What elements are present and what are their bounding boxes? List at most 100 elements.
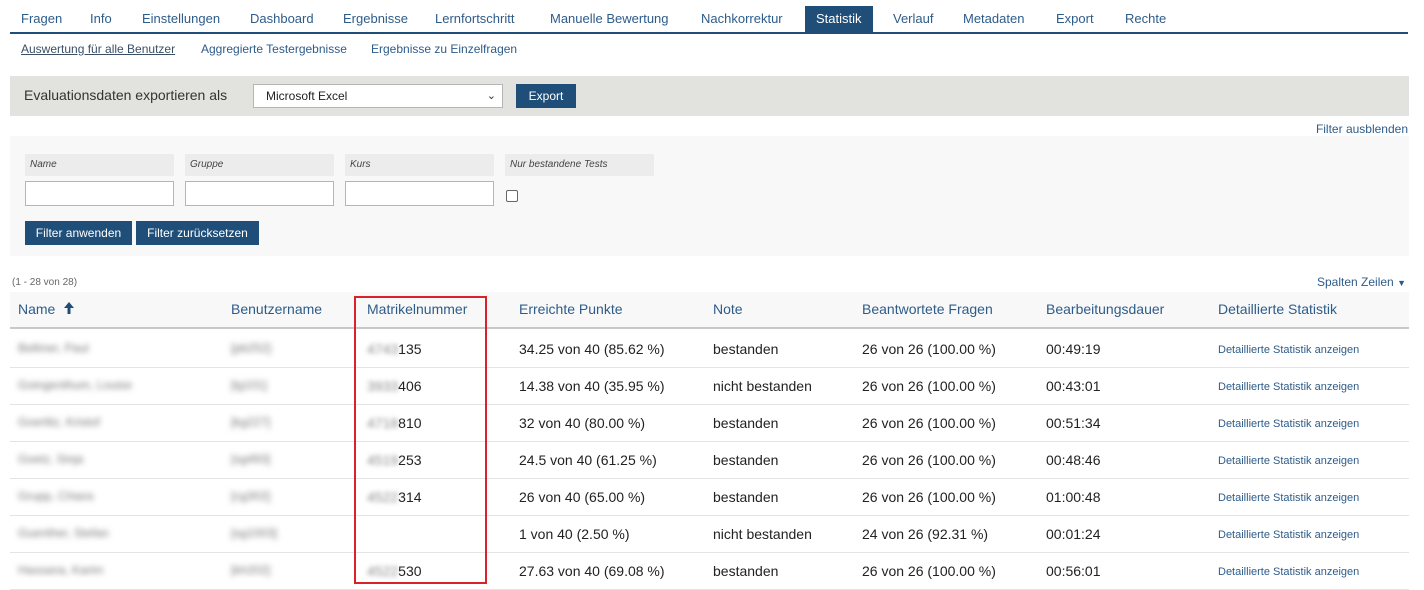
matrikel-prefix: 4519 <box>367 452 399 468</box>
cell-matrikel: 3933406 <box>367 378 422 394</box>
cell-duration: 00:56:01 <box>1046 563 1101 579</box>
cell-duration: 01:00:48 <box>1046 489 1101 505</box>
tab-lernfortschritt[interactable]: Lernfortschritt <box>424 6 525 32</box>
tab-nachkorrektur[interactable]: Nachkorrektur <box>690 6 794 32</box>
filter-panel: Name Gruppe Kurs Nur bestandene Tests Fi… <box>10 136 1409 256</box>
cell-grade: bestanden <box>713 341 779 357</box>
cell-name: Grupp, Chiara <box>18 489 94 503</box>
tab-dashboard[interactable]: Dashboard <box>239 6 325 32</box>
header-duration[interactable]: Bearbeitungsdauer <box>1046 301 1164 317</box>
filter-course-input[interactable] <box>345 181 494 206</box>
arrow-up-icon <box>64 302 75 314</box>
tab-info[interactable]: Info <box>79 6 123 32</box>
header-grade[interactable]: Note <box>713 301 743 317</box>
header-points[interactable]: Erreichte Punkte <box>519 301 623 317</box>
table-controls: Spalten Zeilen ▼ <box>1317 275 1406 289</box>
header-name-label: Name <box>18 301 56 317</box>
subtab-einzelfragen[interactable]: Ergebnisse zu Einzelfragen <box>371 42 517 56</box>
cell-duration: 00:49:19 <box>1046 341 1101 357</box>
tab-ergebnisse[interactable]: Ergebnisse <box>332 6 419 32</box>
cell-answered: 26 von 26 (100.00 %) <box>862 415 996 431</box>
matrikel-prefix: 3933 <box>367 378 399 394</box>
matrikel-suffix: 135 <box>398 341 422 357</box>
detail-link[interactable]: Detaillierte Statistik anzeigen <box>1218 381 1359 393</box>
rows-menu[interactable]: Zeilen ▼ <box>1361 275 1406 289</box>
cell-points: 27.63 von 40 (69.08 %) <box>519 563 665 579</box>
filter-passed-label: Nur bestandene Tests <box>505 154 654 176</box>
matrikel-suffix: 314 <box>398 489 422 505</box>
cell-username: [kh202] <box>231 563 271 577</box>
filter-group-input[interactable] <box>185 181 334 206</box>
matrikel-suffix: 253 <box>398 452 422 468</box>
subtab-auswertung[interactable]: Auswertung für alle Benutzer <box>21 42 175 56</box>
reset-filter-button[interactable]: Filter zurücksetzen <box>136 221 259 245</box>
cell-grade: nicht bestanden <box>713 526 812 542</box>
tab-export[interactable]: Export <box>1045 6 1105 32</box>
header-matrikel[interactable]: Matrikelnummer <box>367 301 467 317</box>
detail-link[interactable]: Detaillierte Statistik anzeigen <box>1218 344 1359 356</box>
header-answered[interactable]: Beantwortete Fragen <box>862 301 993 317</box>
table-row: Guenther, Stefan [sg1003] 1 von 40 (2.50… <box>10 515 1409 553</box>
cell-grade: nicht bestanden <box>713 378 812 394</box>
header-name[interactable]: Name <box>18 301 75 317</box>
cell-points: 32 von 40 (80.00 %) <box>519 415 646 431</box>
apply-filter-button[interactable]: Filter anwenden <box>25 221 132 245</box>
table-header: Name Benutzername Matrikelnummer Erreich… <box>10 292 1409 329</box>
cell-points: 1 von 40 (2.50 %) <box>519 526 630 542</box>
cell-matrikel: 4519253 <box>367 452 422 468</box>
matrikel-suffix: 406 <box>398 378 422 394</box>
cell-username: [pb252] <box>231 341 272 355</box>
header-detail[interactable]: Detaillierte Statistik <box>1218 301 1337 317</box>
matrikel-suffix: 530 <box>398 563 422 579</box>
tab-manuelle-bewertung[interactable]: Manuelle Bewertung <box>539 6 680 32</box>
tab-verlauf[interactable]: Verlauf <box>882 6 944 32</box>
detail-link[interactable]: Detaillierte Statistik anzeigen <box>1218 418 1359 430</box>
tab-metadaten[interactable]: Metadaten <box>952 6 1035 32</box>
tab-einstellungen[interactable]: Einstellungen <box>131 6 231 32</box>
cell-name: Goerlitz, Kristof <box>18 415 101 429</box>
matrikel-prefix: 4718 <box>367 415 399 431</box>
tab-rechte[interactable]: Rechte <box>1114 6 1177 32</box>
filter-passed-checkbox[interactable] <box>506 190 518 202</box>
cell-name: Goingenthum, Louise <box>18 378 133 392</box>
cell-answered: 26 von 26 (100.00 %) <box>862 378 996 394</box>
export-format-value: Microsoft Excel <box>266 89 348 103</box>
cell-name: Hassana, Karim <box>18 563 104 577</box>
detail-link[interactable]: Detaillierte Statistik anzeigen <box>1218 455 1359 467</box>
cell-duration: 00:48:46 <box>1046 452 1101 468</box>
cell-answered: 26 von 26 (100.00 %) <box>862 341 996 357</box>
subtab-aggregiert[interactable]: Aggregierte Testergebnisse <box>201 42 347 56</box>
table-row: Hassana, Karim [kh202] 4522530 27.63 von… <box>10 552 1409 590</box>
cell-name: Bellmer, Paul <box>18 341 89 355</box>
cell-username: [lg101] <box>231 378 268 392</box>
filter-name-input[interactable] <box>25 181 174 206</box>
cell-duration: 00:01:24 <box>1046 526 1101 542</box>
hide-filter-link[interactable]: Filter ausblenden <box>1316 122 1408 136</box>
matrikel-suffix: 810 <box>398 415 422 431</box>
tab-statistik[interactable]: Statistik <box>805 6 873 32</box>
detail-link[interactable]: Detaillierte Statistik anzeigen <box>1218 566 1359 578</box>
table-row: Bellmer, Paul [pb252] 4743135 34.25 von … <box>10 330 1409 368</box>
cell-grade: bestanden <box>713 415 779 431</box>
columns-menu[interactable]: Spalten <box>1317 275 1358 289</box>
filter-group-label: Gruppe <box>185 154 334 176</box>
table-row: Goetz, Sinja [sg493] 4519253 24.5 von 40… <box>10 441 1409 479</box>
export-button[interactable]: Export <box>516 84 576 108</box>
cell-grade: bestanden <box>713 452 779 468</box>
cell-points: 14.38 von 40 (35.95 %) <box>519 378 665 394</box>
result-count: (1 - 28 von 28) <box>12 277 78 288</box>
tab-fragen[interactable]: Fragen <box>10 6 73 32</box>
cell-points: 24.5 von 40 (61.25 %) <box>519 452 657 468</box>
table-row: Grupp, Chiara [cg302] 4522314 26 von 40 … <box>10 478 1409 516</box>
export-format-select[interactable]: Microsoft Excel ⌄ <box>253 84 503 108</box>
cell-matrikel: 4718810 <box>367 415 422 431</box>
export-toolbar: Evaluationsdaten exportieren als Microso… <box>10 76 1409 116</box>
cell-username: [cg302] <box>231 489 271 503</box>
cell-username: [kg227] <box>231 415 271 429</box>
cell-name: Goetz, Sinja <box>18 452 84 466</box>
cell-answered: 24 von 26 (92.31 %) <box>862 526 989 542</box>
header-username[interactable]: Benutzername <box>231 301 322 317</box>
cell-answered: 26 von 26 (100.00 %) <box>862 489 996 505</box>
detail-link[interactable]: Detaillierte Statistik anzeigen <box>1218 529 1359 541</box>
detail-link[interactable]: Detaillierte Statistik anzeigen <box>1218 492 1359 504</box>
